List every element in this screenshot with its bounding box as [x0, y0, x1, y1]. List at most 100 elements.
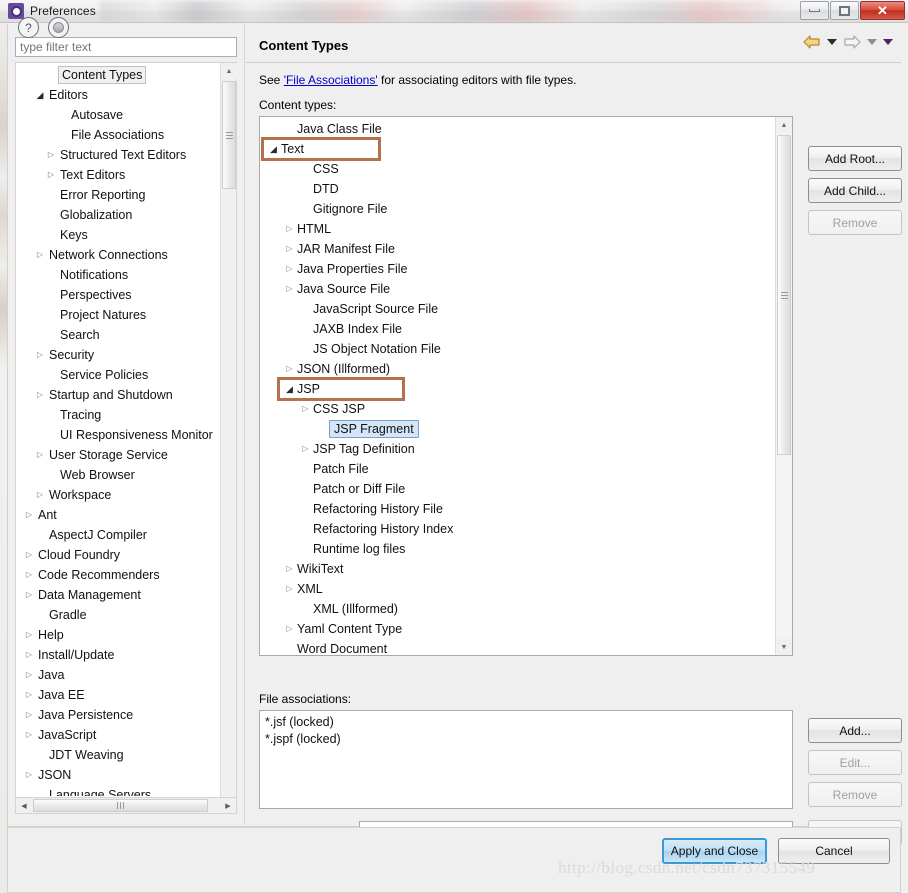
back-arrow-icon[interactable]: [803, 35, 821, 49]
chevron-right-icon[interactable]: ▷: [22, 765, 36, 785]
sidebar-horizontal-scrollbar[interactable]: ◀ ▶: [15, 797, 237, 814]
file-associations-link[interactable]: 'File Associations': [284, 73, 378, 87]
chevron-right-icon[interactable]: ▷: [282, 219, 297, 239]
hscrollbar-thumb[interactable]: [33, 799, 208, 812]
sidebar-item-project-natures[interactable]: Project Natures: [16, 305, 221, 325]
cancel-button[interactable]: Cancel: [778, 838, 890, 864]
sidebar-item-user-storage-service[interactable]: ▷ User Storage Service: [16, 445, 221, 465]
content-type-row[interactable]: CSS: [260, 159, 775, 179]
chevron-down-icon[interactable]: ◢: [282, 379, 297, 399]
chevron-right-icon[interactable]: ▷: [22, 665, 36, 685]
content-type-row[interactable]: Word Document: [260, 639, 775, 655]
content-type-row[interactable]: ▷ Java Properties File: [260, 259, 775, 279]
chevron-right-icon[interactable]: ▷: [22, 685, 36, 705]
shell-status-icon[interactable]: [48, 17, 69, 38]
add-root-button[interactable]: Add Root...: [808, 146, 902, 171]
scrollbar-thumb[interactable]: [222, 81, 236, 189]
add-file-association-button[interactable]: Add...: [808, 718, 902, 743]
sidebar-item-tracing[interactable]: Tracing: [16, 405, 221, 425]
sidebar-item-perspectives[interactable]: Perspectives: [16, 285, 221, 305]
sidebar-item-javascript[interactable]: ▷ JavaScript: [16, 725, 221, 745]
sidebar-item-java-persistence[interactable]: ▷ Java Persistence: [16, 705, 221, 725]
content-type-row[interactable]: JAXB Index File: [260, 319, 775, 339]
chevron-right-icon[interactable]: ▷: [22, 585, 36, 605]
chevron-right-icon[interactable]: ▷: [33, 485, 47, 505]
content-types-vertical-scrollbar[interactable]: ▲ ▼: [775, 117, 792, 655]
chevron-right-icon[interactable]: ▷: [298, 439, 313, 459]
ct-scroll-down-icon[interactable]: ▼: [776, 639, 792, 655]
chevron-right-icon[interactable]: ▷: [22, 565, 36, 585]
minimize-button[interactable]: [800, 1, 829, 20]
sidebar-item-aspectj-compiler[interactable]: AspectJ Compiler: [16, 525, 221, 545]
content-type-row[interactable]: ◢ JSP: [260, 379, 775, 399]
sidebar-item-cloud-foundry[interactable]: ▷ Cloud Foundry: [16, 545, 221, 565]
content-type-row[interactable]: JavaScript Source File: [260, 299, 775, 319]
pane-divider[interactable]: [244, 24, 245, 825]
sidebar-item-network-connections[interactable]: ▷ Network Connections: [16, 245, 221, 265]
filter-input[interactable]: [15, 37, 237, 57]
chevron-right-icon[interactable]: ▷: [282, 279, 297, 299]
content-type-row[interactable]: DTD: [260, 179, 775, 199]
sidebar-item-java-ee[interactable]: ▷ Java EE: [16, 685, 221, 705]
sidebar-item-notifications[interactable]: Notifications: [16, 265, 221, 285]
ct-scrollbar-thumb[interactable]: [777, 135, 791, 455]
content-type-row[interactable]: ◢ Text: [260, 139, 775, 159]
chevron-right-icon[interactable]: ▷: [44, 145, 58, 165]
sidebar-item-security[interactable]: ▷ Security: [16, 345, 221, 365]
view-menu-chevron-down-icon[interactable]: [883, 39, 893, 45]
scroll-up-icon[interactable]: ▲: [221, 63, 237, 79]
chevron-right-icon[interactable]: ▷: [22, 625, 36, 645]
chevron-right-icon[interactable]: ▷: [282, 239, 297, 259]
content-type-row[interactable]: ▷ CSS JSP: [260, 399, 775, 419]
chevron-right-icon[interactable]: ▷: [22, 725, 36, 745]
sidebar-item-gradle[interactable]: Gradle: [16, 605, 221, 625]
sidebar-item-help[interactable]: ▷ Help: [16, 625, 221, 645]
scroll-right-icon[interactable]: ▶: [220, 798, 236, 813]
sidebar-item-service-policies[interactable]: Service Policies: [16, 365, 221, 385]
chevron-right-icon[interactable]: ▷: [33, 445, 47, 465]
chevron-right-icon[interactable]: ▷: [33, 245, 47, 265]
sidebar-item-editors[interactable]: ◢ Editors: [16, 85, 221, 105]
sidebar-item-error-reporting[interactable]: Error Reporting: [16, 185, 221, 205]
content-type-row[interactable]: Java Class File: [260, 119, 775, 139]
sidebar-item-keys[interactable]: Keys: [16, 225, 221, 245]
sidebar-vertical-scrollbar[interactable]: ▲ ▼: [220, 63, 237, 813]
sidebar-item-structured-text-editors[interactable]: ▷ Structured Text Editors: [16, 145, 221, 165]
content-type-row[interactable]: ▷ JAR Manifest File: [260, 239, 775, 259]
sidebar-item-content-types[interactable]: Content Types: [16, 65, 221, 85]
apply-and-close-button[interactable]: Apply and Close: [662, 838, 767, 864]
content-type-row[interactable]: Patch File: [260, 459, 775, 479]
chevron-right-icon[interactable]: ▷: [282, 619, 297, 639]
content-type-row[interactable]: ▷ XML: [260, 579, 775, 599]
sidebar-item-java[interactable]: ▷ Java: [16, 665, 221, 685]
file-associations-list[interactable]: *.jsf (locked) *.jspf (locked): [259, 710, 793, 809]
chevron-right-icon[interactable]: ▷: [22, 645, 36, 665]
content-type-row[interactable]: Refactoring History Index: [260, 519, 775, 539]
sidebar-item-install-update[interactable]: ▷ Install/Update: [16, 645, 221, 665]
content-type-row[interactable]: Refactoring History File: [260, 499, 775, 519]
chevron-right-icon[interactable]: ▷: [22, 705, 36, 725]
content-type-row[interactable]: ▷ WikiText: [260, 559, 775, 579]
chevron-right-icon[interactable]: ▷: [298, 399, 313, 419]
chevron-right-icon[interactable]: ▷: [44, 165, 58, 185]
content-type-row[interactable]: JS Object Notation File: [260, 339, 775, 359]
content-type-row[interactable]: Runtime log files: [260, 539, 775, 559]
add-child-button[interactable]: Add Child...: [808, 178, 902, 203]
content-type-row[interactable]: ▷ Yaml Content Type: [260, 619, 775, 639]
sidebar-item-ant[interactable]: ▷ Ant: [16, 505, 221, 525]
content-type-row[interactable]: ▷ Java Source File: [260, 279, 775, 299]
sidebar-item-file-associations[interactable]: File Associations: [16, 125, 221, 145]
sidebar-item-ui-responsiveness-monitor[interactable]: UI Responsiveness Monitor: [16, 425, 221, 445]
sidebar-item-text-editors[interactable]: ▷ Text Editors: [16, 165, 221, 185]
maximize-button[interactable]: [830, 1, 859, 20]
ct-scroll-up-icon[interactable]: ▲: [776, 117, 792, 133]
content-type-row[interactable]: Gitignore File: [260, 199, 775, 219]
sidebar-item-jdt-weaving[interactable]: JDT Weaving: [16, 745, 221, 765]
chevron-right-icon[interactable]: ▷: [22, 505, 36, 525]
content-type-row[interactable]: XML (Illformed): [260, 599, 775, 619]
question-mark-icon[interactable]: ?: [18, 17, 39, 38]
content-type-row[interactable]: ▷ HTML: [260, 219, 775, 239]
sidebar-item-json[interactable]: ▷ JSON: [16, 765, 221, 785]
sidebar-item-workspace[interactable]: ▷ Workspace: [16, 485, 221, 505]
content-type-row[interactable]: ▷ JSP Tag Definition: [260, 439, 775, 459]
